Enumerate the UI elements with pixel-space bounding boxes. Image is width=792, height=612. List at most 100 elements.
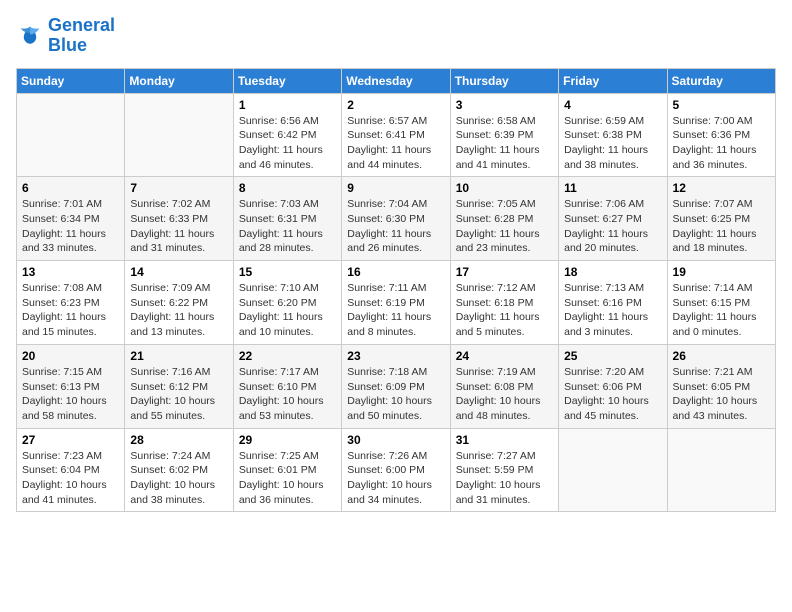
day-number: 1	[239, 98, 336, 112]
day-detail: Sunrise: 7:21 AMSunset: 6:05 PMDaylight:…	[673, 365, 770, 424]
calendar-week-row: 6 Sunrise: 7:01 AMSunset: 6:34 PMDaylight…	[17, 177, 776, 261]
calendar-cell: 13 Sunrise: 7:08 AMSunset: 6:23 PMDayligh…	[17, 261, 125, 345]
calendar-cell: 27Sunrise: 7:23 AMSunset: 6:04 PMDayligh…	[17, 428, 125, 512]
day-detail: Sunrise: 7:15 AMSunset: 6:13 PMDaylight:…	[22, 365, 119, 424]
calendar-cell: 23 Sunrise: 7:18 AMSunset: 6:09 PMDayligh…	[342, 344, 450, 428]
day-detail: Sunrise: 7:18 AMSunset: 6:09 PMDaylight:…	[347, 365, 444, 424]
day-detail: Sunrise: 6:56 AMSunset: 6:42 PMDaylight:…	[239, 114, 336, 173]
day-detail: Sunrise: 7:02 AMSunset: 6:33 PMDaylight:…	[130, 197, 227, 256]
day-detail: Sunrise: 7:11 AMSunset: 6:19 PMDaylight:…	[347, 281, 444, 340]
day-detail: Sunrise: 7:27 AMSunset: 5:59 PMDaylight:…	[456, 449, 553, 508]
calendar-cell: 31 Sunrise: 7:27 AMSunset: 5:59 PMDayligh…	[450, 428, 558, 512]
calendar-cell	[17, 93, 125, 177]
calendar-cell: 14 Sunrise: 7:09 AMSunset: 6:22 PMDayligh…	[125, 261, 233, 345]
day-number: 10	[456, 181, 553, 195]
day-detail: Sunrise: 7:01 AMSunset: 6:34 PMDaylight:…	[22, 197, 119, 256]
column-header-monday: Monday	[125, 68, 233, 93]
calendar-week-row: 13 Sunrise: 7:08 AMSunset: 6:23 PMDayligh…	[17, 261, 776, 345]
day-number: 4	[564, 98, 661, 112]
day-detail: Sunrise: 7:24 AMSunset: 6:02 PMDaylight:…	[130, 449, 227, 508]
calendar-cell: 5 Sunrise: 7:00 AMSunset: 6:36 PMDaylight…	[667, 93, 775, 177]
day-detail: Sunrise: 7:14 AMSunset: 6:15 PMDaylight:…	[673, 281, 770, 340]
calendar-week-row: 27Sunrise: 7:23 AMSunset: 6:04 PMDayligh…	[17, 428, 776, 512]
logo-icon	[16, 22, 44, 50]
day-number: 20	[22, 349, 119, 363]
calendar-cell: 21Sunrise: 7:16 AMSunset: 6:12 PMDayligh…	[125, 344, 233, 428]
day-number: 17	[456, 265, 553, 279]
column-header-thursday: Thursday	[450, 68, 558, 93]
day-detail: Sunrise: 7:10 AMSunset: 6:20 PMDaylight:…	[239, 281, 336, 340]
day-detail: Sunrise: 7:06 AMSunset: 6:27 PMDaylight:…	[564, 197, 661, 256]
day-number: 3	[456, 98, 553, 112]
day-number: 8	[239, 181, 336, 195]
day-number: 6	[22, 181, 119, 195]
day-number: 28	[130, 433, 227, 447]
day-number: 18	[564, 265, 661, 279]
day-number: 24	[456, 349, 553, 363]
day-detail: Sunrise: 7:03 AMSunset: 6:31 PMDaylight:…	[239, 197, 336, 256]
calendar-cell: 16Sunrise: 7:11 AMSunset: 6:19 PMDayligh…	[342, 261, 450, 345]
day-number: 22	[239, 349, 336, 363]
day-number: 30	[347, 433, 444, 447]
calendar-cell: 29 Sunrise: 7:25 AMSunset: 6:01 PMDayligh…	[233, 428, 341, 512]
day-detail: Sunrise: 7:23 AMSunset: 6:04 PMDaylight:…	[22, 449, 119, 508]
day-detail: Sunrise: 7:09 AMSunset: 6:22 PMDaylight:…	[130, 281, 227, 340]
calendar-cell: 15Sunrise: 7:10 AMSunset: 6:20 PMDayligh…	[233, 261, 341, 345]
calendar-cell: 26 Sunrise: 7:21 AMSunset: 6:05 PMDayligh…	[667, 344, 775, 428]
day-detail: Sunrise: 6:57 AMSunset: 6:41 PMDaylight:…	[347, 114, 444, 173]
calendar-cell: 22Sunrise: 7:17 AMSunset: 6:10 PMDayligh…	[233, 344, 341, 428]
day-number: 14	[130, 265, 227, 279]
calendar-cell: 8 Sunrise: 7:03 AMSunset: 6:31 PMDaylight…	[233, 177, 341, 261]
calendar-cell: 6 Sunrise: 7:01 AMSunset: 6:34 PMDaylight…	[17, 177, 125, 261]
calendar-cell: 7Sunrise: 7:02 AMSunset: 6:33 PMDaylight…	[125, 177, 233, 261]
day-number: 11	[564, 181, 661, 195]
calendar-cell: 2 Sunrise: 6:57 AMSunset: 6:41 PMDaylight…	[342, 93, 450, 177]
day-detail: Sunrise: 7:20 AMSunset: 6:06 PMDaylight:…	[564, 365, 661, 424]
day-number: 29	[239, 433, 336, 447]
day-detail: Sunrise: 7:26 AMSunset: 6:00 PMDaylight:…	[347, 449, 444, 508]
day-number: 13	[22, 265, 119, 279]
column-header-tuesday: Tuesday	[233, 68, 341, 93]
calendar-cell: 4Sunrise: 6:59 AMSunset: 6:38 PMDaylight…	[559, 93, 667, 177]
day-detail: Sunrise: 7:16 AMSunset: 6:12 PMDaylight:…	[130, 365, 227, 424]
column-header-wednesday: Wednesday	[342, 68, 450, 93]
day-detail: Sunrise: 6:58 AMSunset: 6:39 PMDaylight:…	[456, 114, 553, 173]
calendar-cell: 17Sunrise: 7:12 AMSunset: 6:18 PMDayligh…	[450, 261, 558, 345]
day-number: 12	[673, 181, 770, 195]
calendar-header-row: SundayMondayTuesdayWednesdayThursdayFrid…	[17, 68, 776, 93]
calendar-cell: 30 Sunrise: 7:26 AMSunset: 6:00 PMDayligh…	[342, 428, 450, 512]
column-header-sunday: Sunday	[17, 68, 125, 93]
calendar-cell: 18 Sunrise: 7:13 AMSunset: 6:16 PMDayligh…	[559, 261, 667, 345]
day-detail: Sunrise: 7:04 AMSunset: 6:30 PMDaylight:…	[347, 197, 444, 256]
calendar-week-row: 20 Sunrise: 7:15 AMSunset: 6:13 PMDayligh…	[17, 344, 776, 428]
calendar-week-row: 1 Sunrise: 6:56 AMSunset: 6:42 PMDaylight…	[17, 93, 776, 177]
day-detail: Sunrise: 7:05 AMSunset: 6:28 PMDaylight:…	[456, 197, 553, 256]
day-detail: Sunrise: 7:25 AMSunset: 6:01 PMDaylight:…	[239, 449, 336, 508]
day-number: 23	[347, 349, 444, 363]
calendar-cell: 1 Sunrise: 6:56 AMSunset: 6:42 PMDaylight…	[233, 93, 341, 177]
calendar-cell: 9 Sunrise: 7:04 AMSunset: 6:30 PMDaylight…	[342, 177, 450, 261]
calendar-table: SundayMondayTuesdayWednesdayThursdayFrid…	[16, 68, 776, 513]
day-detail: Sunrise: 7:08 AMSunset: 6:23 PMDaylight:…	[22, 281, 119, 340]
day-number: 26	[673, 349, 770, 363]
calendar-cell: 10 Sunrise: 7:05 AMSunset: 6:28 PMDayligh…	[450, 177, 558, 261]
calendar-cell: 3 Sunrise: 6:58 AMSunset: 6:39 PMDaylight…	[450, 93, 558, 177]
calendar-cell: 11 Sunrise: 7:06 AMSunset: 6:27 PMDayligh…	[559, 177, 667, 261]
day-detail: Sunrise: 7:19 AMSunset: 6:08 PMDaylight:…	[456, 365, 553, 424]
logo: General Blue	[16, 16, 115, 56]
day-detail: Sunrise: 7:13 AMSunset: 6:16 PMDaylight:…	[564, 281, 661, 340]
day-detail: Sunrise: 7:07 AMSunset: 6:25 PMDaylight:…	[673, 197, 770, 256]
calendar-cell: 12 Sunrise: 7:07 AMSunset: 6:25 PMDayligh…	[667, 177, 775, 261]
calendar-cell: 28 Sunrise: 7:24 AMSunset: 6:02 PMDayligh…	[125, 428, 233, 512]
calendar-cell	[559, 428, 667, 512]
calendar-cell	[125, 93, 233, 177]
day-number: 5	[673, 98, 770, 112]
day-number: 31	[456, 433, 553, 447]
day-number: 19	[673, 265, 770, 279]
day-detail: Sunrise: 7:00 AMSunset: 6:36 PMDaylight:…	[673, 114, 770, 173]
calendar-cell	[667, 428, 775, 512]
calendar-cell: 19 Sunrise: 7:14 AMSunset: 6:15 PMDayligh…	[667, 261, 775, 345]
logo-text-bottom: Blue	[48, 36, 115, 56]
day-number: 9	[347, 181, 444, 195]
day-number: 2	[347, 98, 444, 112]
